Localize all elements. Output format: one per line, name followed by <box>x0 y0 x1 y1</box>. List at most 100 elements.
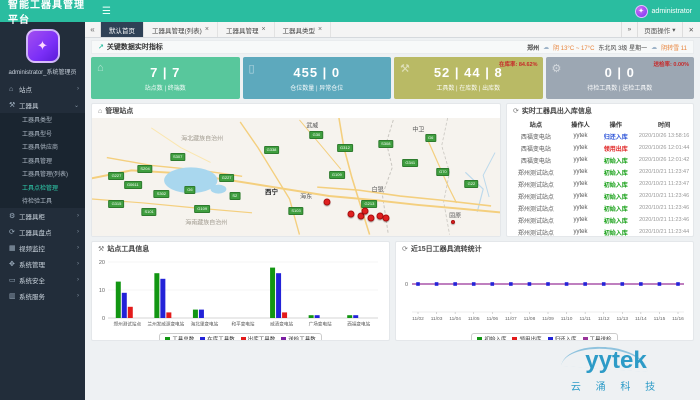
tab-label: 工器具管理(列表) <box>152 25 202 35</box>
map-pin-icon[interactable] <box>348 210 355 217</box>
sidebar-item-3[interactable]: ⟳ 工器具盘点 › <box>0 224 85 240</box>
sidebar-item-label: 工器具 <box>19 100 39 110</box>
sidebar-item-label: 系统安全 <box>19 275 45 285</box>
sidebar-subitem-1-1[interactable]: 工器具型号 <box>0 127 85 141</box>
tab-1[interactable]: 工器具管理(列表) × <box>144 22 218 37</box>
table-row[interactable]: 西福变电站 yytek 初始入库 2020/10/26 12:01:42 <box>507 154 693 166</box>
map-pin-icon[interactable] <box>451 220 455 224</box>
tab-close-icon[interactable]: × <box>205 26 209 33</box>
map-pin-icon[interactable] <box>362 208 369 215</box>
sidebar-subitem-1-6[interactable]: 待检验工具 <box>0 194 85 208</box>
tab-3[interactable]: 工器具类型 × <box>275 22 332 37</box>
svg-text:广场变电站: 广场变电站 <box>309 321 332 328</box>
map-label: 海南藏族自治州 <box>185 217 227 226</box>
bar-chart-legend: 工具总数在库工具数出库工具数送检工具数 <box>159 333 322 341</box>
legend-item[interactable]: 领用出库 <box>512 335 541 341</box>
sidebar-subitem-1-5[interactable]: 工具点检管理 <box>0 181 85 195</box>
refresh-icon[interactable]: ⟳ <box>513 107 519 115</box>
close-all-tabs-icon[interactable]: ✕ <box>682 22 700 37</box>
legend-item[interactable]: 出库工具数 <box>241 335 276 341</box>
refresh-icon-2[interactable]: ⟳ <box>402 245 408 253</box>
svg-text:0: 0 <box>405 282 408 288</box>
cell-time: 2020/10/26 12:01:42 <box>635 157 693 163</box>
legend-item[interactable]: 归还入库 <box>548 335 577 341</box>
stat-card-label: 仓位数量 | 异常仓位 <box>243 83 392 92</box>
user-avatar[interactable]: ✦ <box>635 5 648 18</box>
table-row[interactable]: 郑州测试站点 yytek 初始入库 2020/10/21 11:23:47 <box>507 178 693 190</box>
road-badge: G227 <box>219 174 235 182</box>
stat-card-inspection: ⚙ 送检率: 0.00% 0 | 0 待检工具数 | 送检工具数 <box>546 57 695 99</box>
cell-operation: 初始入库 <box>596 216 635 225</box>
cell-station: 郑州测试站点 <box>507 192 565 201</box>
svg-text:11/12: 11/12 <box>598 316 610 322</box>
bar-chart-title: 站点工具信息 <box>107 244 149 254</box>
legend-item[interactable]: 工具送检 <box>583 335 612 341</box>
sidebar-item-label: 工器具柜 <box>19 211 45 221</box>
legend-item[interactable]: 在库工具数 <box>200 335 235 341</box>
bar-chart-panel: ⚒ 站点工具信息 0 10 20郑州测试站点兰州发威源变电站海北里变电站和平变电… <box>91 241 390 341</box>
header-username[interactable]: administrator <box>652 8 692 15</box>
page-actions-dropdown[interactable]: 页面操作 ▾ <box>637 22 681 37</box>
security-icon: ▭ <box>9 276 19 284</box>
kpi-title: 关键数据实时指标 <box>107 42 163 52</box>
sidebar-subitem-1-3[interactable]: 工器具管理 <box>0 154 85 168</box>
tools-icon: ⚒ <box>9 101 19 109</box>
legend-item[interactable]: 工具总数 <box>165 335 194 341</box>
sidebar-subitem-1-4[interactable]: 工器具管理(列表) <box>0 167 85 181</box>
road-badge: G341 <box>402 159 418 167</box>
company-logo: yytek 云 涌 科 技 <box>552 347 680 393</box>
sidebar-item-1[interactable]: ⚒ 工器具 ⌄ <box>0 97 85 113</box>
table-row[interactable]: 郑州测试站点 yytek 初始入库 2020/10/21 11:23:46 <box>507 202 693 214</box>
tab-close-icon[interactable]: × <box>318 26 322 33</box>
sidebar-subitem-1-2[interactable]: 工器具供应商 <box>0 140 85 154</box>
map-pin-icon[interactable] <box>368 215 375 222</box>
tab-2[interactable]: 工器具管理 × <box>218 22 275 37</box>
map-pin-icon[interactable] <box>382 215 389 222</box>
sidebar-subitem-1-0[interactable]: 工器具类型 <box>0 113 85 127</box>
weather-strip: 郑州 ☁ 阴 13°C ~ 17°C 东北风 3级 星期一 ☁ 阴转雪 11 <box>527 43 687 52</box>
sidebar-subitem-label: 工器具类型 <box>22 115 52 124</box>
chevron-icon: › <box>77 229 79 235</box>
sidebar-item-5[interactable]: ✥ 系统管理 › <box>0 256 85 272</box>
svg-text:11/02: 11/02 <box>412 316 424 322</box>
table-row[interactable]: 郑州测试站点 yytek 初始入库 2020/10/21 11:23:47 <box>507 166 693 178</box>
map-pin-icon[interactable] <box>323 198 330 205</box>
cell-time: 2020/10/21 11:23:44 <box>635 229 693 235</box>
cell-operator: yytek <box>565 133 597 139</box>
legend-item[interactable]: 送检工具数 <box>281 335 316 341</box>
svg-text:11/03: 11/03 <box>431 316 443 322</box>
tabs-collapse-right-icon[interactable]: » <box>621 22 638 37</box>
sidebar-item-2[interactable]: ⚙ 工器具柜 › <box>0 208 85 224</box>
map-canvas[interactable]: G227S204G0611S302G315S101G109G6S2G227S30… <box>92 118 500 236</box>
table-row[interactable]: 郑州测试站点 yytek 初始入库 2020/10/21 11:23:44 <box>507 226 693 237</box>
sidebar-item-4[interactable]: ▦ 视频监控 › <box>0 240 85 256</box>
sidebar-item-0[interactable]: ⌂ 站点 › <box>0 81 85 97</box>
svg-text:11/05: 11/05 <box>468 316 480 322</box>
table-row[interactable]: 西福变电站 yytek 领用出库 2020/10/26 12:01:44 <box>507 142 693 154</box>
table-row[interactable]: 郑州测试站点 yytek 初始入库 2020/10/21 11:23:46 <box>507 190 693 202</box>
svg-text:威清变电站: 威清变电站 <box>270 321 293 328</box>
cell-time: 2020/10/21 11:23:47 <box>635 169 693 175</box>
app-title: 智能工器具管理平台 <box>8 0 92 26</box>
line-chart-legend: 初始入库领用出库 归还入库工具送检 <box>471 333 617 341</box>
table-row[interactable]: 郑州测试站点 yytek 初始入库 2020/10/21 11:23:46 <box>507 214 693 226</box>
sidebar-item-6[interactable]: ▭ 系统安全 › <box>0 272 85 288</box>
cell-operation: 初始入库 <box>596 204 635 213</box>
report-icon: ▥ <box>9 292 19 300</box>
chevron-icon: › <box>77 213 79 219</box>
sidebar-avatar[interactable]: ✦ <box>26 29 60 63</box>
cell-station: 西福变电站 <box>507 144 565 153</box>
menu-toggle-icon[interactable]: ☰ <box>102 6 111 17</box>
sidebar-item-7[interactable]: ▥ 系统服务 › <box>0 288 85 304</box>
svg-text:郑州测试站点: 郑州测试站点 <box>113 321 141 328</box>
logo-brand: yytek <box>552 349 680 373</box>
tab-0[interactable]: 默认首页 <box>101 22 144 37</box>
svg-text:11/16: 11/16 <box>672 316 684 322</box>
stat-card-rate: 在库率: 84.62% <box>499 60 538 68</box>
tab-close-icon[interactable]: × <box>261 26 265 33</box>
legend-item[interactable]: 初始入库 <box>477 335 506 341</box>
realtime-table: 站点操作人操作时间 西福变电站 yytek 归还入库 2020/10/26 13… <box>507 118 693 237</box>
table-header: 站点操作人操作时间 <box>507 118 693 130</box>
svg-text:11/08: 11/08 <box>524 316 536 322</box>
table-row[interactable]: 西福变电站 yytek 归还入库 2020/10/26 13:58:16 <box>507 130 693 142</box>
